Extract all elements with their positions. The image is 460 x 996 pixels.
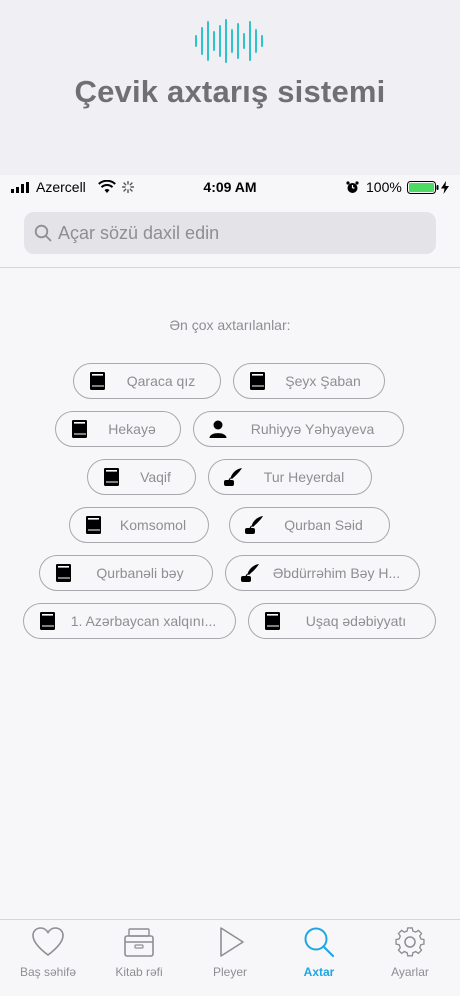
- book-icon: [265, 612, 280, 630]
- book-icon: [104, 468, 119, 486]
- search-chip[interactable]: Tur Heyerdal: [208, 459, 372, 495]
- hero-banner: Çevik axtarış sistemi: [0, 0, 460, 175]
- search-chip-label: Uşaq ədəbiyyatı: [305, 613, 407, 629]
- search-chip[interactable]: Şeyx Şaban: [233, 363, 385, 399]
- book-icon: [40, 612, 55, 630]
- search-chip-label: Tur Heyerdal: [263, 469, 345, 485]
- quill-inkwell-icon: [245, 516, 263, 534]
- search-chip-label: Ruhiyyə Yəhyayeva: [250, 421, 375, 437]
- quill-inkwell-icon: [224, 468, 242, 486]
- tab-home-label: Baş səhifə: [19, 965, 77, 979]
- search-chip-label: Komsomol: [119, 517, 187, 533]
- search-chip[interactable]: Hekayə: [55, 411, 181, 447]
- status-bar: Azercell 4:09 AM 100%: [0, 175, 460, 199]
- search-bar[interactable]: [24, 212, 436, 254]
- play-icon: [220, 927, 244, 957]
- search-chip-label: Qurban Səid: [284, 517, 363, 533]
- alarm-clock-icon: [346, 181, 359, 193]
- search-chip-label: 1. Azərbaycan xalqını...: [70, 613, 217, 629]
- book-icon: [72, 420, 87, 438]
- search-input[interactable]: [58, 212, 428, 254]
- search-chip-label: Əbdürrəhim Bəy H...: [272, 565, 401, 581]
- search-chip-label: Qurbanəli bəy: [96, 565, 184, 581]
- popular-searches-title: Ən çox axtarılanlar:: [169, 317, 291, 333]
- tab-settings[interactable]: Ayarlar: [364, 920, 456, 996]
- book-icon: [86, 516, 101, 534]
- search-icon: [304, 927, 335, 958]
- search-chip[interactable]: Komsomol: [69, 507, 209, 543]
- tab-player[interactable]: Pleyer: [184, 920, 276, 996]
- tab-bar: Baş səhifə Kitab rəfi Pleyer Axtar Ayarl…: [0, 919, 460, 996]
- search-chip[interactable]: Qaraca qız: [73, 363, 221, 399]
- gear-icon: [395, 927, 425, 957]
- search-chip[interactable]: Uşaq ədəbiyyatı: [248, 603, 436, 639]
- search-chip-label: Şeyx Şaban: [285, 373, 361, 389]
- battery-icon: [407, 181, 439, 194]
- search-chip[interactable]: Ruhiyyə Yəhyayeva: [193, 411, 404, 447]
- search-chip[interactable]: 1. Azərbaycan xalqını...: [23, 603, 236, 639]
- tab-search-label: Axtar: [303, 965, 335, 979]
- book-icon: [90, 372, 105, 390]
- book-icon: [56, 564, 71, 582]
- heart-icon: [32, 927, 64, 957]
- sound-wave-icon: [195, 19, 263, 63]
- search-chip[interactable]: Qurbanəli bəy: [39, 555, 213, 591]
- search-chip[interactable]: Qurban Səid: [229, 507, 390, 543]
- search-chip-label: Hekayə: [108, 421, 156, 437]
- battery-percent: 100%: [366, 179, 402, 195]
- tab-bookshelf[interactable]: Kitab rəfi: [93, 920, 185, 996]
- charging-bolt-icon: [441, 181, 449, 194]
- search-chip[interactable]: Əbdürrəhim Bəy H...: [225, 555, 420, 591]
- book-icon: [250, 372, 265, 390]
- quill-inkwell-icon: [241, 564, 259, 582]
- bookshelf-icon: [124, 928, 154, 957]
- search-icon: [34, 224, 52, 242]
- tab-bookshelf-label: Kitab rəfi: [115, 965, 163, 979]
- phone-screen: Azercell 4:09 AM 100% Açar sözü daxil ed…: [0, 175, 460, 996]
- search-chip[interactable]: Vaqif: [87, 459, 196, 495]
- tab-home[interactable]: Baş səhifə: [2, 920, 94, 996]
- hero-title: Çevik axtarış sistemi: [74, 74, 386, 109]
- search-chip-label: Qaraca qız: [126, 373, 196, 389]
- tab-search[interactable]: Axtar: [273, 920, 365, 996]
- tab-player-label: Pleyer: [212, 965, 247, 979]
- search-divider: [0, 267, 460, 268]
- tab-settings-label: Ayarlar: [391, 965, 429, 979]
- person-icon: [209, 420, 227, 438]
- search-chip-label: Vaqif: [140, 469, 171, 485]
